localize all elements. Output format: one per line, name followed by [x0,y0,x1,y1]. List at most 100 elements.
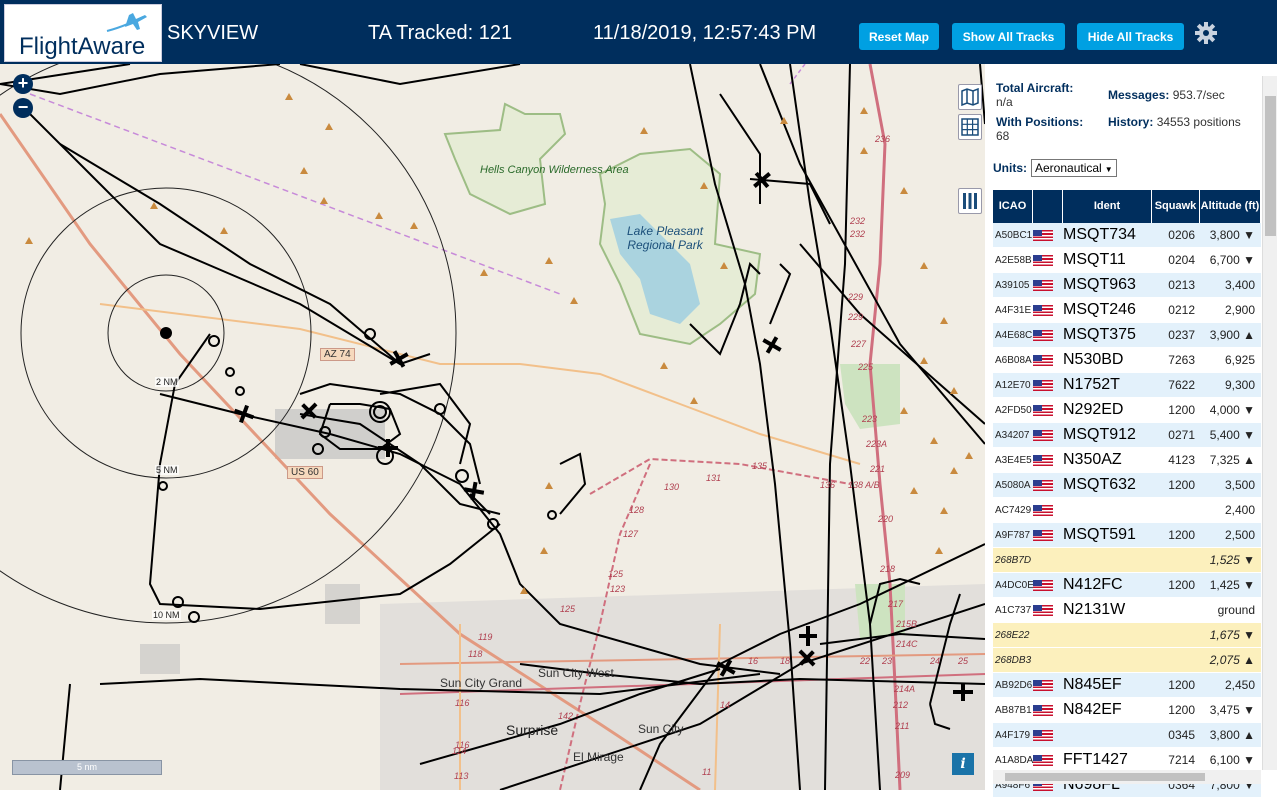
table-row[interactable]: 268B7D 1,525 ▼ [993,548,1261,573]
col-squawk[interactable]: Squawk [1152,190,1200,223]
us-flag-icon [1033,454,1053,466]
icao-cell: A34207 [995,429,1030,441]
col-icao[interactable]: ICAO [993,190,1033,223]
icao-cell: A4F31E [995,304,1032,316]
map-layers-icon[interactable] [958,84,982,110]
table-row[interactable]: AB87B1 N842EF 1200 3,475 ▼ [993,698,1261,723]
altitude-cell: 3,400 [1224,278,1255,292]
ident-cell: N842EF [1063,701,1122,718]
reset-map-button[interactable]: Reset Map [859,23,939,50]
ident-cell: MSQT591 [1063,526,1136,543]
icao-cell: A4DC0E [995,579,1034,591]
vertical-scroll-thumb[interactable] [1265,96,1276,236]
altitude-cell: 1,525 ▼ [1209,553,1255,567]
us-flag-icon [1033,529,1053,541]
columns-icon[interactable] [958,188,982,214]
flag-cell [1033,279,1063,291]
ident-cell: N350AZ [1063,451,1122,468]
horizontal-scroll-thumb[interactable] [1005,773,1205,781]
squawk-cell: 1200 [1168,703,1195,717]
col-ident[interactable]: Ident [1063,190,1152,223]
road-number-label: 232 [850,216,866,226]
tracked-count: TA Tracked: 121 [368,22,513,44]
road-number-label: 223 [862,414,878,424]
road-number-label: 218 [880,564,896,574]
grid-icon[interactable] [958,114,982,140]
table-row[interactable]: A9F787 MSQT591 1200 2,500 [993,523,1261,548]
sun-city-grand-label: Sun City Grand [440,676,523,690]
squawk-cell: 1200 [1168,678,1195,692]
table-row[interactable]: A6B08A N530BD 7263 6,925 [993,348,1261,373]
ident-cell: FFT1427 [1063,751,1128,768]
table-row[interactable]: A50BC1 MSQT734 0206 3,800 ▼ [993,223,1261,248]
table-row[interactable]: A1C737 N2131W ground [993,598,1261,623]
wilderness-label: Hells Canyon Wilderness Area [480,164,629,176]
table-row[interactable]: A3E4E5 N350AZ 4123 7,325 ▲ [993,448,1261,473]
flightaware-logo[interactable]: FlightAware [4,4,162,62]
icao-cell: A5080A [995,479,1031,491]
altitude-cell: 1,675 ▼ [1209,628,1255,642]
table-row[interactable]: A12E70 N1752T 7622 9,300 [993,373,1261,398]
units-select[interactable]: Aeronautical [1031,159,1117,177]
with-positions-stat: With Positions: 68 [996,115,1083,143]
altitude-cell: 6,100 ▼ [1209,753,1255,767]
altitude-cell: 1,425 ▼ [1209,578,1255,592]
table-row[interactable]: A4F31E MSQT246 0212 2,900 [993,298,1261,323]
road-number-label: 220 [878,514,894,524]
zoom-in-button[interactable]: + [13,74,33,94]
map-view[interactable]: + − Hells Canyon Wilderness Area Lake Pl… [0,64,985,790]
vertical-scrollbar[interactable] [1262,76,1277,770]
col-flag[interactable] [1033,190,1063,223]
road-number-label: 232 [850,229,866,239]
road-number-label: 136 [820,480,836,490]
road-number-label: 23 [882,656,893,666]
road-number-label: 214A [894,684,916,694]
road-number-label: 215B [896,619,918,629]
icao-cell: 268E22 [995,629,1030,641]
hide-all-tracks-button[interactable]: Hide All Tracks [1077,23,1184,50]
messages-stat: Messages: 953.7/sec [1108,88,1225,102]
table-row[interactable]: A2E58B MSQT11 0204 6,700 ▼ [993,248,1261,273]
table-row[interactable]: 268DB3 2,075 ▲ [993,648,1261,673]
us-flag-icon [1033,729,1053,741]
icao-cell: A1A8DA [995,754,1034,766]
road-number-label: 217 [888,599,904,609]
altitude-cell: 7,325 ▲ [1209,453,1255,467]
show-all-tracks-button[interactable]: Show All Tracks [952,23,1065,50]
icao-cell: A9F787 [995,529,1031,541]
table-row[interactable]: A34207 MSQT912 0271 5,400 ▼ [993,423,1261,448]
info-button[interactable]: i [952,753,974,775]
altitude-cell: 3,800 ▲ [1209,728,1255,742]
icao-cell: A3E4E5 [995,454,1032,466]
squawk-cell: 1200 [1168,578,1195,592]
squawk-cell: 0271 [1168,428,1195,442]
gear-icon[interactable] [1194,21,1218,45]
table-row[interactable]: A4F179 0345 3,800 ▲ [993,723,1261,748]
total-aircraft-label: Total Aircraft: [996,81,1074,95]
road-number-label: 209 [895,770,911,780]
zoom-out-button[interactable]: − [13,98,33,118]
altitude-cell: 2,450 [1224,678,1255,692]
range-label-10nm: 10 NM [152,610,181,620]
table-row[interactable]: A39105 MSQT963 0213 3,400 [993,273,1261,298]
table-row[interactable]: A2FD50 N292ED 1200 4,000 ▼ [993,398,1261,423]
squawk-cell: 1200 [1168,478,1195,492]
road-number-label: 130 [664,482,680,492]
table-row[interactable]: AB92D6 N845EF 1200 2,450 [993,673,1261,698]
altitude-cell: ground [1217,603,1255,617]
flag-cell [1033,404,1063,416]
icao-cell: A50BC1 [995,229,1033,241]
altitude-cell: 3,800 ▼ [1209,228,1255,242]
table-row[interactable]: A4DC0E N412FC 1200 1,425 ▼ [993,573,1261,598]
road-number-label: 116 [455,698,470,708]
horizontal-scrollbar[interactable] [993,770,1261,784]
table-row[interactable]: 268E22 1,675 ▼ [993,623,1261,648]
table-row[interactable]: AC7429 2,400 [993,498,1261,523]
road-number-label: 14 [720,700,731,710]
table-header: ICAO Ident Squawk Altitude (ft) [993,190,1261,223]
table-row[interactable]: A4E68C MSQT375 0237 3,900 ▲ [993,323,1261,348]
altitude-cell: 3,900 ▲ [1209,328,1255,342]
us-flag-icon [1033,679,1053,691]
table-row[interactable]: A5080A MSQT632 1200 3,500 [993,473,1261,498]
col-altitude[interactable]: Altitude (ft) [1200,190,1261,223]
